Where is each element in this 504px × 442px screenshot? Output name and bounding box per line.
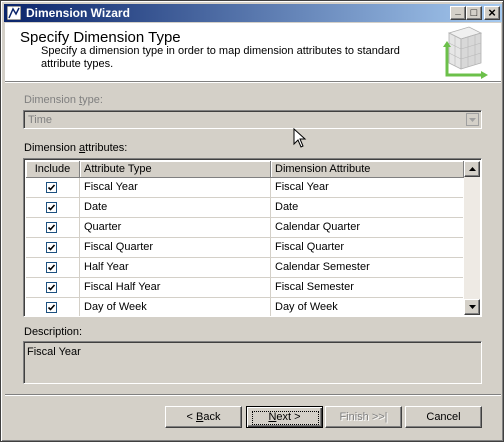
- dimension-attribute-cell[interactable]: Fiscal Quarter: [271, 238, 463, 257]
- include-checkbox[interactable]: [46, 222, 57, 233]
- include-cell[interactable]: [26, 218, 80, 237]
- attribute-row[interactable]: Day of Week Day of Week: [26, 298, 463, 316]
- description-box: Fiscal Year: [23, 341, 482, 384]
- minimize-icon: _: [455, 5, 461, 16]
- chevron-down-icon: [468, 305, 476, 309]
- include-checkbox[interactable]: [46, 302, 57, 313]
- include-cell[interactable]: [26, 298, 80, 316]
- checkmark-icon: [47, 284, 56, 291]
- window-title: Dimension Wizard: [26, 6, 130, 20]
- description-label: Description:: [24, 326, 83, 338]
- include-cell[interactable]: [26, 178, 80, 197]
- back-button[interactable]: < Back: [165, 406, 242, 428]
- checkmark-icon: [47, 264, 56, 271]
- maximize-icon: □: [470, 7, 478, 19]
- checkmark-icon: [47, 304, 56, 311]
- wizard-header: Specify Dimension Type Specify a dimensi…: [5, 23, 501, 81]
- include-checkbox[interactable]: [46, 182, 57, 193]
- include-cell[interactable]: [26, 258, 80, 277]
- dimension-attribute-cell[interactable]: Calendar Quarter: [271, 218, 463, 237]
- dimension-wizard-window: Dimension Wizard _ □ × Specify Dimension…: [0, 0, 504, 442]
- footer-separator: [5, 394, 501, 396]
- attribute-row[interactable]: Half Year Calendar Semester: [26, 258, 463, 278]
- attribute-type-cell[interactable]: Fiscal Half Year: [80, 278, 271, 297]
- dimension-attribute-cell[interactable]: Fiscal Semester: [271, 278, 463, 297]
- chevron-down-icon: [469, 117, 476, 122]
- dimension-type-label: Dimension type:: [24, 94, 103, 106]
- dimension-type-value: Time: [28, 114, 53, 126]
- checkmark-icon: [47, 184, 56, 191]
- checkmark-icon: [47, 224, 56, 231]
- attribute-type-cell[interactable]: Date: [80, 198, 271, 217]
- include-checkbox[interactable]: [46, 262, 57, 273]
- mouse-pointer-icon: [293, 128, 307, 148]
- dimension-attributes-label: Dimension attributes:: [24, 142, 128, 154]
- include-cell[interactable]: [26, 278, 80, 297]
- dimension-type-combo[interactable]: Time: [23, 110, 482, 129]
- close-icon: ×: [488, 5, 496, 20]
- scroll-down-button[interactable]: [464, 299, 480, 315]
- title-bar[interactable]: Dimension Wizard _ □ ×: [4, 4, 502, 22]
- attribute-type-cell[interactable]: Fiscal Quarter: [80, 238, 271, 257]
- dimension-attribute-cell[interactable]: Day of Week: [271, 298, 463, 316]
- close-button[interactable]: ×: [484, 6, 500, 20]
- cancel-button[interactable]: Cancel: [405, 406, 482, 428]
- attributes-vertical-scrollbar[interactable]: [464, 161, 480, 315]
- dimension-type-dropdown-button[interactable]: [466, 113, 479, 126]
- attribute-type-cell[interactable]: Fiscal Year: [80, 178, 271, 197]
- attribute-type-cell[interactable]: Half Year: [80, 258, 271, 277]
- attribute-type-cell[interactable]: Quarter: [80, 218, 271, 237]
- chevron-up-icon: [468, 167, 476, 171]
- attribute-row[interactable]: Date Date: [26, 198, 463, 218]
- description-text: Fiscal Year: [27, 346, 81, 358]
- column-header-dimension-attribute[interactable]: Dimension Attribute: [271, 161, 464, 178]
- dimension-attribute-cell[interactable]: Calendar Semester: [271, 258, 463, 277]
- column-header-include[interactable]: Include: [26, 161, 80, 178]
- include-checkbox[interactable]: [46, 282, 57, 293]
- attribute-row[interactable]: Quarter Calendar Quarter: [26, 218, 463, 238]
- column-header-attribute-type[interactable]: Attribute Type: [80, 161, 271, 178]
- attribute-row[interactable]: Fiscal Half Year Fiscal Semester: [26, 278, 463, 298]
- minimize-button[interactable]: _: [450, 6, 466, 20]
- focus-rectangle: [252, 411, 319, 425]
- include-cell[interactable]: [26, 238, 80, 257]
- header-separator: [5, 81, 501, 83]
- dimension-cube-graphic: [443, 26, 488, 79]
- finish-button[interactable]: Finish >>|: [325, 406, 402, 428]
- dimension-attribute-cell[interactable]: Fiscal Year: [271, 178, 463, 197]
- scroll-up-button[interactable]: [464, 161, 480, 177]
- attributes-grid[interactable]: Include Attribute Type Dimension Attribu…: [23, 158, 482, 317]
- include-checkbox[interactable]: [46, 242, 57, 253]
- maximize-button[interactable]: □: [466, 6, 482, 20]
- attribute-row[interactable]: Fiscal Quarter Fiscal Quarter: [26, 238, 463, 258]
- page-description: Specify a dimension type in order to map…: [41, 45, 400, 70]
- include-cell[interactable]: [26, 198, 80, 217]
- include-checkbox[interactable]: [46, 202, 57, 213]
- page-title: Specify Dimension Type: [20, 29, 181, 46]
- checkmark-icon: [47, 204, 56, 211]
- checkmark-icon: [47, 244, 56, 251]
- dimension-attribute-cell[interactable]: Date: [271, 198, 463, 217]
- attribute-row[interactable]: Fiscal Year Fiscal Year: [26, 178, 463, 198]
- dimension-wizard-icon: [7, 6, 21, 20]
- attribute-type-cell[interactable]: Day of Week: [80, 298, 271, 316]
- next-button[interactable]: Next >: [246, 406, 323, 428]
